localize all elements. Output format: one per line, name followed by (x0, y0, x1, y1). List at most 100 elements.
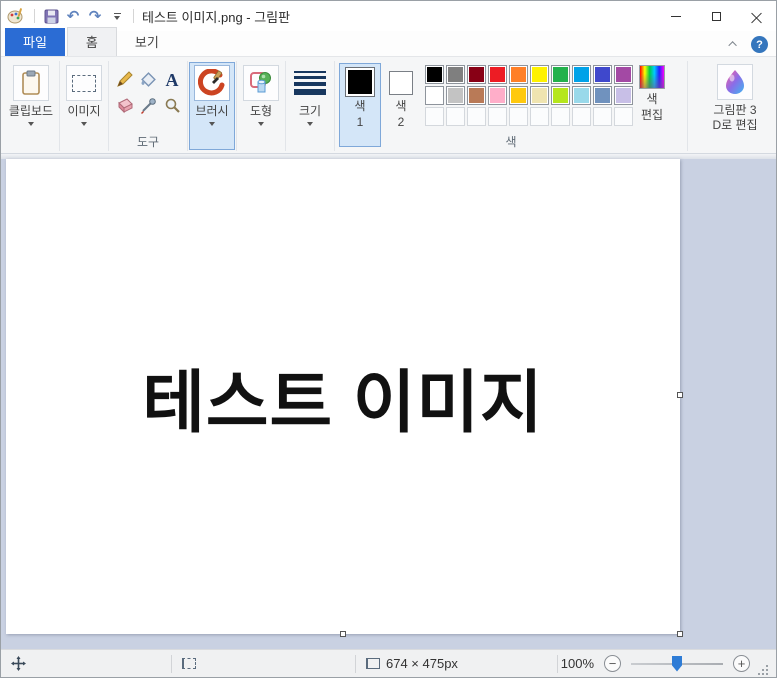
status-bar: 674 × 475px 100% − + (1, 649, 776, 677)
eraser-icon (117, 98, 133, 114)
palette-swatch[interactable] (551, 86, 570, 105)
color-picker-tool-button[interactable] (137, 94, 159, 118)
palette-swatch[interactable] (446, 86, 465, 105)
colors-group-label: 색 (505, 135, 517, 149)
palette-swatch[interactable] (425, 107, 444, 126)
title-bar: ↶ ↷ 테스트 이미지.png - 그림판 (1, 1, 776, 31)
collapse-ribbon-button[interactable] (726, 37, 742, 51)
tools-grid: A (113, 68, 183, 118)
palette-swatch[interactable] (509, 107, 528, 126)
dropdown-arrow-icon (209, 122, 215, 126)
canvas-resize-handle-corner[interactable] (677, 631, 683, 637)
palette-swatch[interactable] (446, 65, 465, 84)
minimize-button[interactable] (656, 1, 696, 31)
canvas-resize-handle-right[interactable] (677, 392, 683, 398)
ribbon: 클립보드 이미지 A 도구 브러시 도형 크기 색 1 색 2 색 편집 색 그… (1, 57, 776, 153)
zoom-in-button[interactable]: + (733, 655, 750, 672)
eraser-tool-button[interactable] (113, 94, 135, 118)
color2-swatch (389, 71, 413, 95)
paint-app-icon (7, 8, 23, 24)
palette-swatch[interactable] (530, 107, 549, 126)
palette-swatch[interactable] (572, 107, 591, 126)
palette-swatch[interactable] (488, 86, 507, 105)
canvas-resize-handle-bottom[interactable] (340, 631, 346, 637)
palette-swatch[interactable] (488, 107, 507, 126)
palette-swatch[interactable] (530, 86, 549, 105)
palette-swatch[interactable] (614, 65, 633, 84)
select-icon-box (66, 65, 102, 101)
palette-swatch[interactable] (488, 65, 507, 84)
ribbon-tab-row: 파일 홈 보기 ? (1, 27, 776, 57)
color2-button[interactable]: 색2 (383, 63, 419, 133)
palette-swatch[interactable] (614, 86, 633, 105)
window-resize-grip[interactable] (758, 664, 768, 675)
palette-swatch[interactable] (572, 86, 591, 105)
edit-with-paint3d-button[interactable]: 그림판 3 D로 편집 (712, 62, 758, 133)
paint3d-label: 그림판 3 D로 편집 (712, 103, 758, 132)
palette-swatch[interactable] (551, 65, 570, 84)
help-button[interactable]: ? (751, 36, 768, 53)
edit-colors-button[interactable]: 색 편집 (639, 63, 665, 123)
pencil-icon (117, 71, 133, 87)
zoom-controls: 100% − + (561, 655, 776, 675)
tab-home[interactable]: 홈 (66, 27, 117, 56)
shapes-icon-box (243, 65, 279, 101)
shapes-button[interactable]: 도형 (238, 62, 284, 128)
qat-customize-button[interactable] (106, 5, 128, 27)
color1-label: 색1 (354, 99, 366, 129)
statusbar-separator (557, 654, 558, 673)
palette-swatch[interactable] (425, 86, 444, 105)
palette-swatch[interactable] (467, 65, 486, 84)
paint-canvas[interactable]: 테스트 이미지 (6, 159, 680, 634)
clipboard-button[interactable]: 클립보드 (4, 62, 58, 128)
palette-swatch[interactable] (551, 107, 570, 126)
magnifier-tool-button[interactable] (161, 94, 183, 118)
palette-swatch[interactable] (446, 107, 465, 126)
text-tool-button[interactable]: A (161, 68, 183, 92)
image-label: 이미지 (67, 104, 101, 118)
tab-file[interactable]: 파일 (5, 28, 65, 56)
palette-swatch[interactable] (425, 65, 444, 84)
dropdown-arrow-icon (307, 122, 313, 126)
palette-swatch[interactable] (467, 86, 486, 105)
paint3d-icon (726, 70, 744, 94)
palette-swatch[interactable] (572, 65, 591, 84)
magnifier-icon (165, 98, 180, 113)
close-button[interactable] (736, 1, 776, 31)
canvas-text: 테스트 이미지 (142, 365, 544, 441)
redo-icon: ↷ (88, 7, 102, 25)
size-label: 크기 (298, 104, 322, 118)
select-button[interactable]: 이미지 (61, 62, 107, 128)
clipboard-icon (22, 70, 40, 95)
dropdown-arrow-icon (81, 122, 87, 126)
palette-swatch[interactable] (593, 107, 612, 126)
save-button[interactable] (40, 5, 62, 27)
maximize-button[interactable] (696, 1, 736, 31)
palette-swatch[interactable] (467, 107, 486, 126)
qat-separator (34, 9, 35, 23)
palette-swatch[interactable] (509, 86, 528, 105)
palette-swatch[interactable] (593, 86, 612, 105)
maximize-icon (711, 11, 721, 21)
fill-tool-button[interactable] (137, 68, 159, 92)
undo-button[interactable]: ↶ (62, 5, 84, 27)
zoom-slider-thumb[interactable] (672, 655, 682, 672)
palette-swatch[interactable] (509, 65, 528, 84)
selection-size-section (172, 650, 355, 677)
palette-swatch[interactable] (530, 65, 549, 84)
pencil-tool-button[interactable] (113, 68, 135, 92)
tab-view[interactable]: 보기 (117, 28, 177, 56)
zoom-out-button[interactable]: − (604, 655, 621, 672)
paint-window: ↶ ↷ 테스트 이미지.png - 그림판 파일 홈 보기 ? 클립보드 이미지… (0, 0, 777, 678)
size-button[interactable]: 크기 (287, 62, 333, 128)
zoom-slider[interactable] (631, 655, 723, 673)
palette-swatch[interactable] (614, 107, 633, 126)
colors-group: 색1 색2 색 편집 색 (335, 59, 687, 153)
palette-swatch[interactable] (593, 65, 612, 84)
redo-button[interactable]: ↷ (84, 5, 106, 27)
color2-label: 색2 (395, 99, 407, 129)
brushes-button[interactable]: 브러시 (189, 62, 235, 150)
brushes-label: 브러시 (195, 104, 229, 118)
qat-separator (133, 9, 134, 23)
dropdown-arrow-icon (258, 122, 264, 126)
